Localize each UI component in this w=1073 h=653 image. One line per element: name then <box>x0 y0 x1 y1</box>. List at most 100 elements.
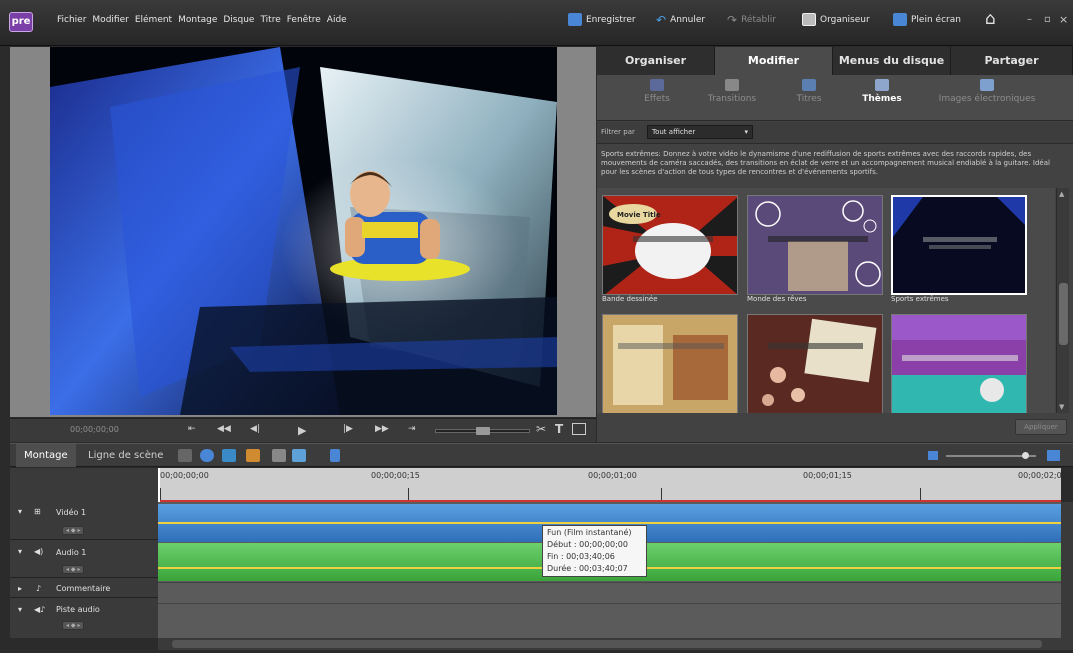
film-icon[interactable] <box>272 449 286 462</box>
tasks-panel: Organiser Modifier Menus du disque Parta… <box>597 47 1073 442</box>
scroll-thumb[interactable] <box>1059 283 1068 345</box>
redo-button[interactable]: ↷ Rétablir <box>727 13 776 27</box>
track-header-commentaire: ▸ ♪ Commentaire <box>10 578 158 598</box>
theme-item-5[interactable] <box>747 314 883 413</box>
theme-thumbnail <box>747 195 883 295</box>
smart-fix-icon[interactable] <box>200 449 214 462</box>
step-forward-button[interactable]: |▶ <box>343 424 353 434</box>
ruler-label: 00;00;00;15 <box>371 471 420 480</box>
select-tool-icon[interactable] <box>178 449 192 462</box>
subtab-images-electroniques[interactable]: Images électroniques <box>927 79 1047 104</box>
rewind-button[interactable]: ◀◀ <box>217 424 231 434</box>
theme-item-monde-des-reves[interactable]: Monde des rêves <box>747 195 883 303</box>
undo-button[interactable]: ↶ Annuler <box>656 13 705 27</box>
expand-icon[interactable]: ▾ <box>18 605 22 614</box>
menu-element[interactable]: Elément <box>135 15 172 25</box>
tab-organiser[interactable]: Organiser <box>597 47 715 75</box>
theme-item-6[interactable] <box>891 314 1027 413</box>
title-tool-icon[interactable]: T <box>555 422 563 436</box>
subtab-transitions[interactable]: Transitions <box>697 79 767 104</box>
effects-icon <box>650 79 664 91</box>
theme-item-sports-extremes[interactable]: Sports extrêmes <box>891 195 1027 303</box>
ruler-label: 00;00;00;00 <box>160 471 209 480</box>
go-to-start-button[interactable]: ⇤ <box>188 424 196 434</box>
tab-menus-disque[interactable]: Menus du disque <box>833 47 951 75</box>
subtab-effets[interactable]: Effets <box>627 79 687 104</box>
audio-icon[interactable] <box>292 449 306 462</box>
edit-subtabs: Effets Transitions Titres Thèmes Images … <box>597 75 1073 121</box>
zoom-slider[interactable] <box>946 452 1036 459</box>
save-button[interactable]: Enregistrer <box>568 13 636 26</box>
tab-ligne-de-scene[interactable]: Ligne de scène <box>80 444 171 467</box>
scroll-down-icon[interactable]: ▼ <box>1059 403 1064 411</box>
keyframe-controls[interactable]: ◂ ◆ ▸ <box>62 565 85 574</box>
step-back-button[interactable]: ◀| <box>250 424 260 434</box>
ruler-label: 00;00;02;0 <box>1018 471 1062 480</box>
zoom-out-icon[interactable] <box>928 451 938 460</box>
soundtrack-track[interactable] <box>158 603 1061 638</box>
expand-icon[interactable]: ▾ <box>18 507 22 516</box>
zoom-in-icon[interactable] <box>1047 450 1060 461</box>
artwork-icon <box>980 79 994 91</box>
menu-disque[interactable]: Disque <box>223 15 254 25</box>
themes-icon <box>875 79 889 91</box>
timeline-header: Montage Ligne de scène <box>10 443 1073 467</box>
track-vscrollbar[interactable] <box>1061 502 1073 650</box>
theme-description: Sports extrêmes: Donnez à votre vidéo le… <box>601 150 1050 176</box>
subtab-themes[interactable]: Thèmes <box>852 79 912 104</box>
ruler-tick <box>160 488 161 500</box>
theme-item-bande-dessinee[interactable]: Movie Title Bande dessinée <box>602 195 738 303</box>
top-bar: pre Fichier Modifier Elément Montage Dis… <box>0 0 1073 46</box>
menu-titre[interactable]: Titre <box>260 15 280 25</box>
track-headers: ▾ ⊞ Vidéo 1 ◂ ◆ ▸ ▾ ◀) Audio 1 ◂ ◆ ▸ ▸ ♪… <box>10 468 158 638</box>
maximize-button[interactable]: ▫ <box>1044 14 1051 25</box>
subtab-titres[interactable]: Titres <box>779 79 839 104</box>
tab-montage[interactable]: Montage <box>16 444 76 467</box>
tab-modifier[interactable]: Modifier <box>715 47 833 75</box>
minimize-button[interactable]: – <box>1027 14 1032 25</box>
track-header-piste-audio: ▾ ◀♪ Piste audio ◂ ◆ ▸ <box>18 605 100 630</box>
keyframe-controls[interactable]: ◂ ◆ ▸ <box>62 621 85 630</box>
menu-fichier[interactable]: Fichier <box>57 15 86 25</box>
scroll-up-icon[interactable]: ▲ <box>1059 190 1064 198</box>
menu-montage[interactable]: Montage <box>178 15 217 25</box>
fullscreen-button[interactable]: Plein écran <box>893 13 961 26</box>
camera-icon[interactable] <box>572 423 586 435</box>
menu-fenetre[interactable]: Fenêtre <box>287 15 321 25</box>
shuttle-slider[interactable] <box>435 427 530 435</box>
smart-mix-icon[interactable] <box>222 449 236 462</box>
video-image <box>50 47 557 415</box>
expand-icon[interactable]: ▾ <box>18 547 22 556</box>
scissors-icon[interactable]: ✂ <box>536 422 546 436</box>
video-frame <box>50 47 557 415</box>
tab-partager[interactable]: Partager <box>951 47 1073 75</box>
expand-icon[interactable]: ▸ <box>18 584 22 593</box>
menu-modifier[interactable]: Modifier <box>92 15 128 25</box>
close-button[interactable]: × <box>1059 13 1068 26</box>
playhead[interactable] <box>158 468 160 502</box>
organizer-button[interactable]: Organiseur <box>802 13 870 26</box>
keyframe-controls[interactable]: ◂ ◆ ▸ <box>62 526 85 535</box>
marker-icon[interactable] <box>330 449 340 462</box>
chevron-down-icon: ▾ <box>744 128 748 136</box>
playback-controls: 00;00;00;00 ⇤ ◀◀ ◀| ▶ |▶ ▶▶ ⇥ ✂ T <box>10 418 596 442</box>
filter-dropdown[interactable]: Tout afficher ▾ <box>647 125 753 139</box>
timecode-display: 00;00;00;00 <box>70 425 119 434</box>
theme-item-4[interactable] <box>602 314 738 413</box>
commentary-track[interactable] <box>158 582 1061 602</box>
scroll-thumb[interactable] <box>172 640 1042 648</box>
menu-aide[interactable]: Aide <box>327 15 347 25</box>
theme-thumbnail <box>602 314 738 413</box>
preview-monitor <box>10 47 596 417</box>
apply-button[interactable]: Appliquer <box>1015 419 1067 435</box>
timeline-scrollbar[interactable] <box>158 638 1061 650</box>
microphone-icon: ♪ <box>36 584 42 593</box>
go-to-end-button[interactable]: ⇥ <box>408 424 416 434</box>
home-icon[interactable]: ⌂ <box>985 9 996 29</box>
play-button[interactable]: ▶ <box>298 424 306 437</box>
time-ruler[interactable]: 00;00;00;00 00;00;00;15 00;00;01;00 00;0… <box>158 468 1062 502</box>
theme-thumbnail: Movie Title <box>602 195 738 295</box>
fast-forward-button[interactable]: ▶▶ <box>375 424 389 434</box>
marker-tool-icon[interactable] <box>246 449 260 462</box>
theme-scrollbar[interactable]: ▲ ▼ <box>1056 188 1069 413</box>
